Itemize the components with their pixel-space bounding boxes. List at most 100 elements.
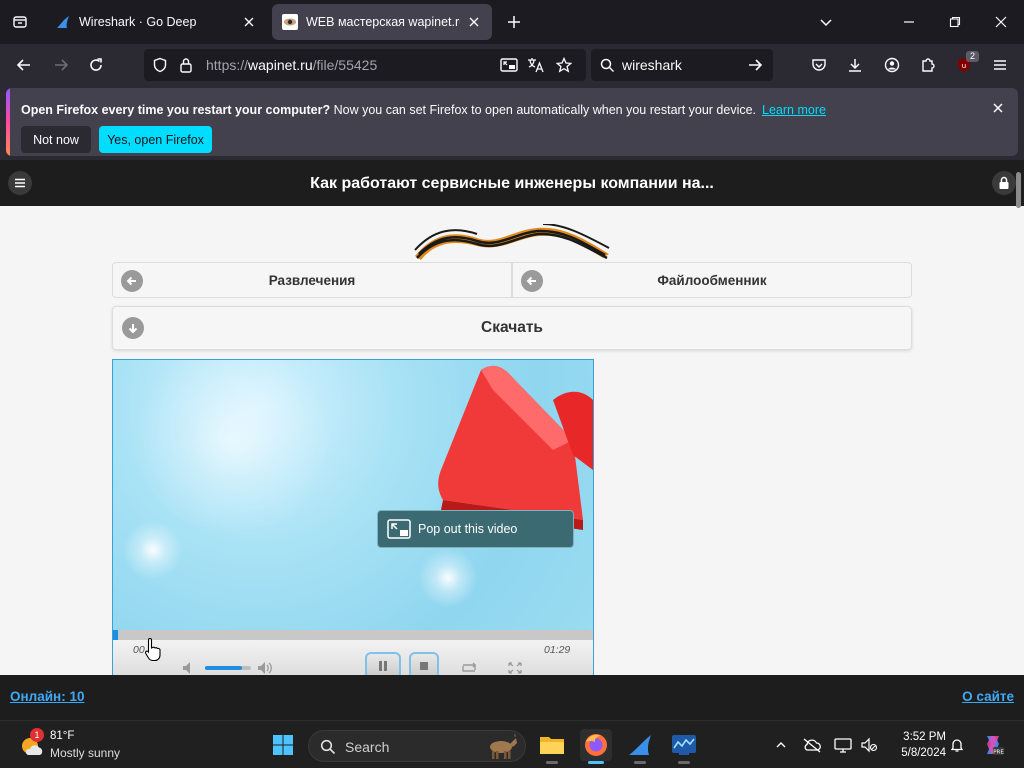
wireshark-fin-icon [57,16,69,28]
arrow-down-circle-icon [122,317,144,339]
search-icon [320,739,336,755]
tab-close-button[interactable] [241,14,257,30]
taskbar-network-app[interactable] [668,729,700,764]
url-host: wapinet.ru [248,57,313,73]
taskbar-wireshark[interactable] [624,729,656,764]
nav-file-exchange-button[interactable]: Файлообменник [512,262,912,298]
fullscreen-button[interactable] [505,660,525,676]
download-button[interactable]: Скачать [112,306,912,350]
restore-icon [949,16,961,28]
tab-list-button[interactable] [7,9,33,35]
translate-icon[interactable] [526,55,546,75]
reload-button[interactable] [82,51,110,79]
svg-text:u: u [962,62,966,70]
back-button[interactable] [10,51,38,79]
tab-close-button[interactable] [466,14,482,30]
site-footer: Онлайн: 10 О сайте [0,675,1024,720]
picture-in-picture-icon[interactable] [499,55,519,75]
red-3d-shape [438,365,593,530]
ublock-button[interactable]: u 2 [950,51,979,79]
downloads-button[interactable] [841,51,869,79]
forward-button[interactable] [47,51,75,79]
app-menu-button[interactable] [986,51,1014,79]
fullscreen-icon [508,662,522,674]
tab-wireshark[interactable]: Wireshark · Go Deep [45,4,267,40]
address-bar[interactable]: https://wapinet.ru/file/55425 [144,49,586,81]
tracking-protection-shield-icon[interactable] [150,55,170,75]
pocket-button[interactable] [805,51,833,79]
volume-max-icon[interactable] [256,660,274,676]
new-tab-button[interactable] [502,10,526,34]
volume-mute-icon[interactable] [181,660,197,676]
hand-cursor-icon [144,637,161,662]
taskbar-search-box[interactable]: Search [308,730,526,762]
pop-out-video-button[interactable]: Pop out this video [377,510,574,548]
video-player[interactable]: Pop out this video 00 01:29 [112,359,594,679]
about-site-link[interactable]: О сайте [962,689,1014,704]
duration: 01:29 [544,644,571,656]
page-scrollbar[interactable] [1016,172,1021,208]
lock-icon[interactable] [176,55,196,75]
download-icon [849,59,861,72]
extension-badge-count: 2 [966,51,979,62]
pocket-icon [812,59,826,71]
search-highlight-donkey-icon [490,733,517,759]
tab-title: WEB мастерская wapinet.ru - Ф [306,15,460,29]
onedrive-tray[interactable] [801,733,823,757]
loop-button[interactable] [459,660,479,676]
network-tray[interactable] [832,733,854,757]
account-icon [884,57,900,73]
wapinet-eye-icon [282,14,298,30]
clock-time: 3:52 PM [903,731,946,743]
yes-open-firefox-button[interactable]: Yes, open Firefox [99,126,212,153]
notification-area: Open Firefox every time you restart your… [0,86,1024,160]
video-progress-bar[interactable] [113,630,593,640]
folder-icon [540,737,564,754]
close-icon [244,17,254,27]
online-count-link[interactable]: Онлайн: 10 [10,689,84,704]
learn-more-link[interactable]: Learn more [762,103,826,117]
nav-entertainment-button[interactable]: Развлечения [112,262,512,298]
pause-icon [379,661,387,671]
chevron-down-icon [820,19,832,27]
weather-temperature: 81°F [50,730,75,742]
video-frame[interactable]: Pop out this video [113,360,593,630]
search-input[interactable]: wireshark [622,57,682,73]
weather-widget[interactable]: 1 81°F Mostly sunny [18,728,138,763]
volume-slider[interactable] [205,666,251,670]
volume-tray[interactable] [858,733,880,757]
list-all-tabs-button[interactable] [812,8,840,36]
arrow-left-circle-icon [521,270,543,292]
reload-icon [90,58,102,71]
account-button[interactable] [878,51,906,79]
notifications-tray[interactable] [946,733,968,757]
notification-accent-stripe [6,88,10,156]
system-clock[interactable]: 3:52 PM 5/8/2024 [886,729,946,761]
restore-button[interactable] [941,8,969,36]
show-hidden-icons-button[interactable] [770,733,792,757]
tab-bar: Wireshark · Go Deep WEB мастерская wapin… [0,0,1024,44]
copilot-icon: PRE [987,736,1004,756]
taskbar-firefox[interactable] [580,729,612,764]
search-bar[interactable]: wireshark [591,49,773,81]
taskbar-file-explorer[interactable] [536,729,568,764]
url-text[interactable]: https://wapinet.ru/file/55425 [206,57,377,73]
not-now-button[interactable]: Not now [21,126,91,153]
minimize-button[interactable] [895,8,923,36]
page-title: Как работают сервисные инженеры компании… [310,175,714,192]
notification-body: Now you can set Firefox to open automati… [330,103,757,117]
tab-list-icon [13,16,27,28]
light-flare [123,520,183,580]
close-window-button[interactable] [987,8,1015,36]
close-icon [995,16,1007,28]
search-go-button[interactable] [745,55,765,75]
notification-close-button[interactable] [990,100,1006,116]
bookmark-star-icon[interactable] [554,55,574,75]
copilot-button[interactable]: PRE [980,733,1006,757]
site-login-button[interactable] [992,171,1016,195]
extensions-button[interactable] [914,51,942,79]
tab-wapinet[interactable]: WEB мастерская wapinet.ru - Ф [272,4,492,40]
taskbar-search-label: Search [345,739,390,755]
start-button[interactable] [267,729,299,761]
light-flare [418,548,478,608]
